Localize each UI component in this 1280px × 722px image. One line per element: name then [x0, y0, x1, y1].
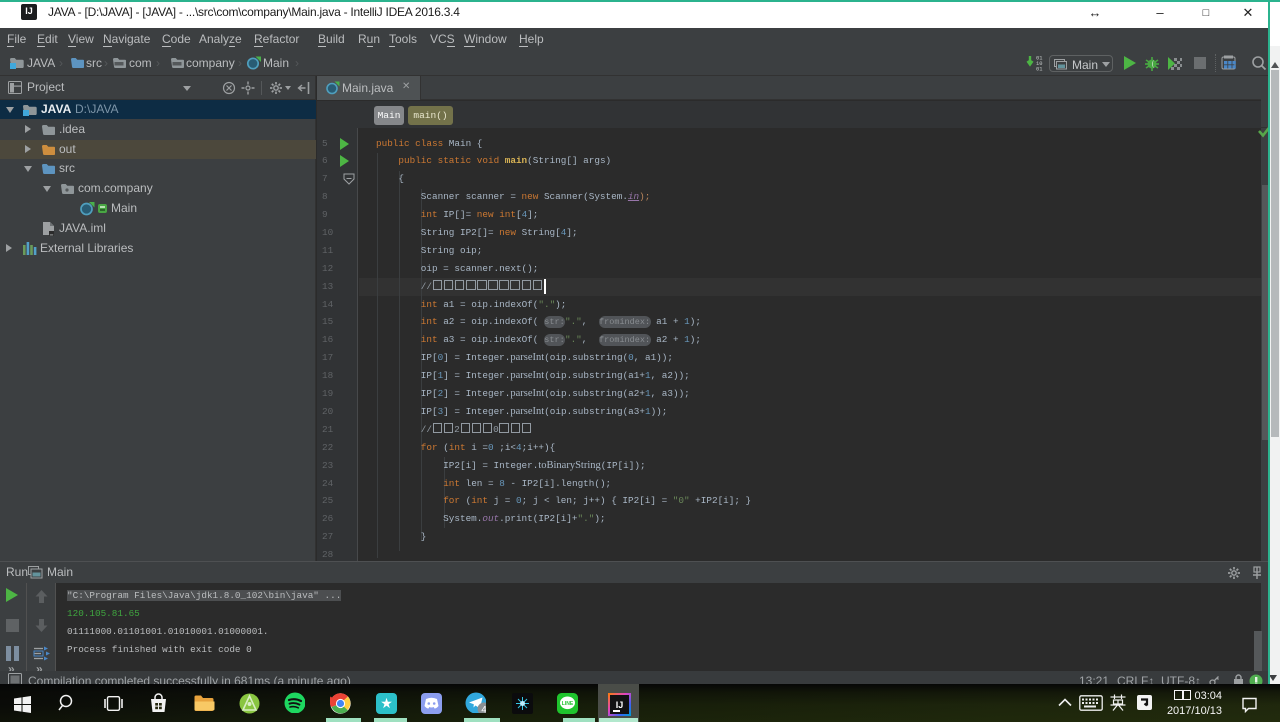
svg-text:LINE: LINE [562, 701, 574, 707]
svg-text:4: 4 [481, 705, 486, 714]
svg-text:01: 01 [1036, 67, 1042, 73]
